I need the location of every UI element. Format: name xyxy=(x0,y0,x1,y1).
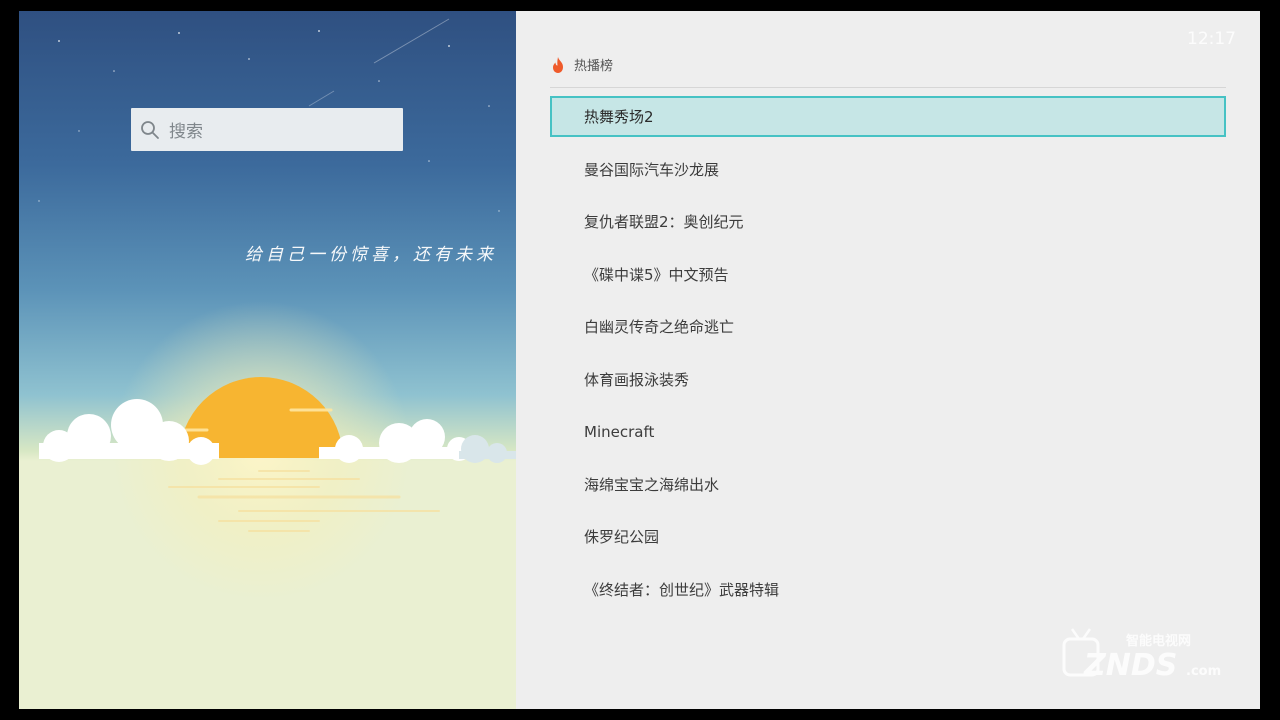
scenic-banner: 搜索 给自己一份惊喜，还有未来 xyxy=(19,11,516,709)
znds-watermark-logo: 智能电视网 ZNDS .com xyxy=(1062,628,1221,683)
watermark-tagline: 智能电视网 xyxy=(1126,633,1191,649)
list-item[interactable]: 《终结者：创世纪》武器特辑 xyxy=(550,569,1226,610)
hot-list-panel: 12:17 热播榜 热舞秀场2 曼谷国际汽车沙龙展 复仇者联盟2：奥创纪元 《碟… xyxy=(516,11,1260,709)
list-item[interactable]: 侏罗纪公园 xyxy=(550,516,1226,557)
flame-icon xyxy=(553,56,563,73)
list-item[interactable]: 复仇者联盟2：奥创纪元 xyxy=(550,201,1226,242)
section-header: 热播榜 xyxy=(550,55,613,74)
search-input[interactable]: 搜索 xyxy=(131,108,403,151)
list-item[interactable]: 热舞秀场2 xyxy=(550,96,1226,137)
section-title: 热播榜 xyxy=(574,59,614,74)
list-item[interactable]: 白幽灵传奇之绝命逃亡 xyxy=(550,306,1226,347)
list-item[interactable]: 海绵宝宝之海绵出水 xyxy=(550,464,1226,505)
list-item[interactable]: 体育画报泳装秀 xyxy=(550,359,1226,400)
divider xyxy=(550,87,1226,88)
clock: 12:17 xyxy=(1187,29,1236,49)
list-item[interactable]: 曼谷国际汽车沙龙展 xyxy=(550,149,1226,190)
watermark-domain: .com xyxy=(1186,664,1221,679)
search-icon xyxy=(141,120,159,139)
list-item[interactable]: 《碟中谍5》中文预告 xyxy=(550,254,1226,295)
list-item[interactable]: Minecraft xyxy=(550,411,1226,452)
banner-slogan: 给自己一份惊喜，还有未来 xyxy=(245,245,497,265)
hot-list: 热舞秀场2 曼谷国际汽车沙龙展 复仇者联盟2：奥创纪元 《碟中谍5》中文预告 白… xyxy=(550,96,1226,621)
watermark-brand: ZNDS xyxy=(1083,648,1177,683)
search-placeholder: 搜索 xyxy=(169,122,203,142)
